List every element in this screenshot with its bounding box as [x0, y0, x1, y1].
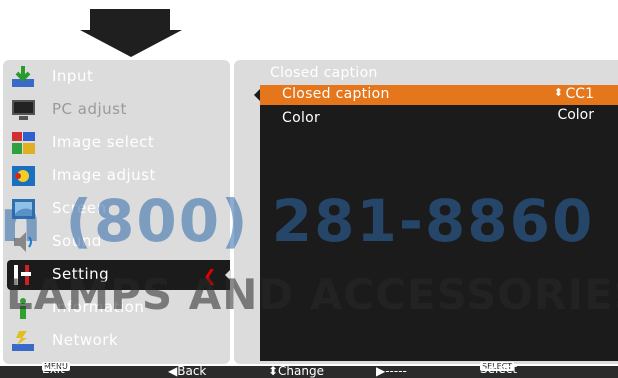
network-icon [12, 331, 34, 351]
color-row[interactable]: Color Color [260, 107, 618, 129]
down-arrow-indicator [80, 9, 182, 57]
change-hint[interactable]: ⬍Change [268, 364, 324, 378]
up-down-icon: ⬍ [553, 86, 563, 99]
image-select-icon [12, 132, 35, 154]
menu-item-image-select[interactable]: Image select [7, 128, 230, 158]
back-hint[interactable]: ◀Back [168, 364, 206, 378]
image-adjust-icon [12, 166, 35, 186]
row-pointer [254, 89, 260, 101]
color-value: Color [557, 107, 594, 123]
pc-adjust-icon [12, 100, 35, 120]
footer-guide-bar: MENU Exit ◀Back ⬍Change ▶----- SELECT Sele… [0, 362, 618, 378]
watermark-text: LAMPS AND ACCESSORIES [6, 270, 618, 319]
watermark-phone: n (800) 281-8860 [0, 187, 595, 255]
menu-item-input[interactable]: Input [7, 62, 230, 92]
closed-caption-value: CC1 [565, 86, 594, 102]
closed-caption-row[interactable]: Closed caption ⬍ CC1 [254, 85, 618, 105]
input-icon [12, 66, 34, 87]
menu-item-pc-adjust[interactable]: PC adjust [7, 95, 230, 125]
panel-title: Closed caption [270, 65, 378, 81]
menu-item-network[interactable]: Network [7, 326, 230, 356]
next-hint[interactable]: ▶----- [376, 364, 407, 378]
